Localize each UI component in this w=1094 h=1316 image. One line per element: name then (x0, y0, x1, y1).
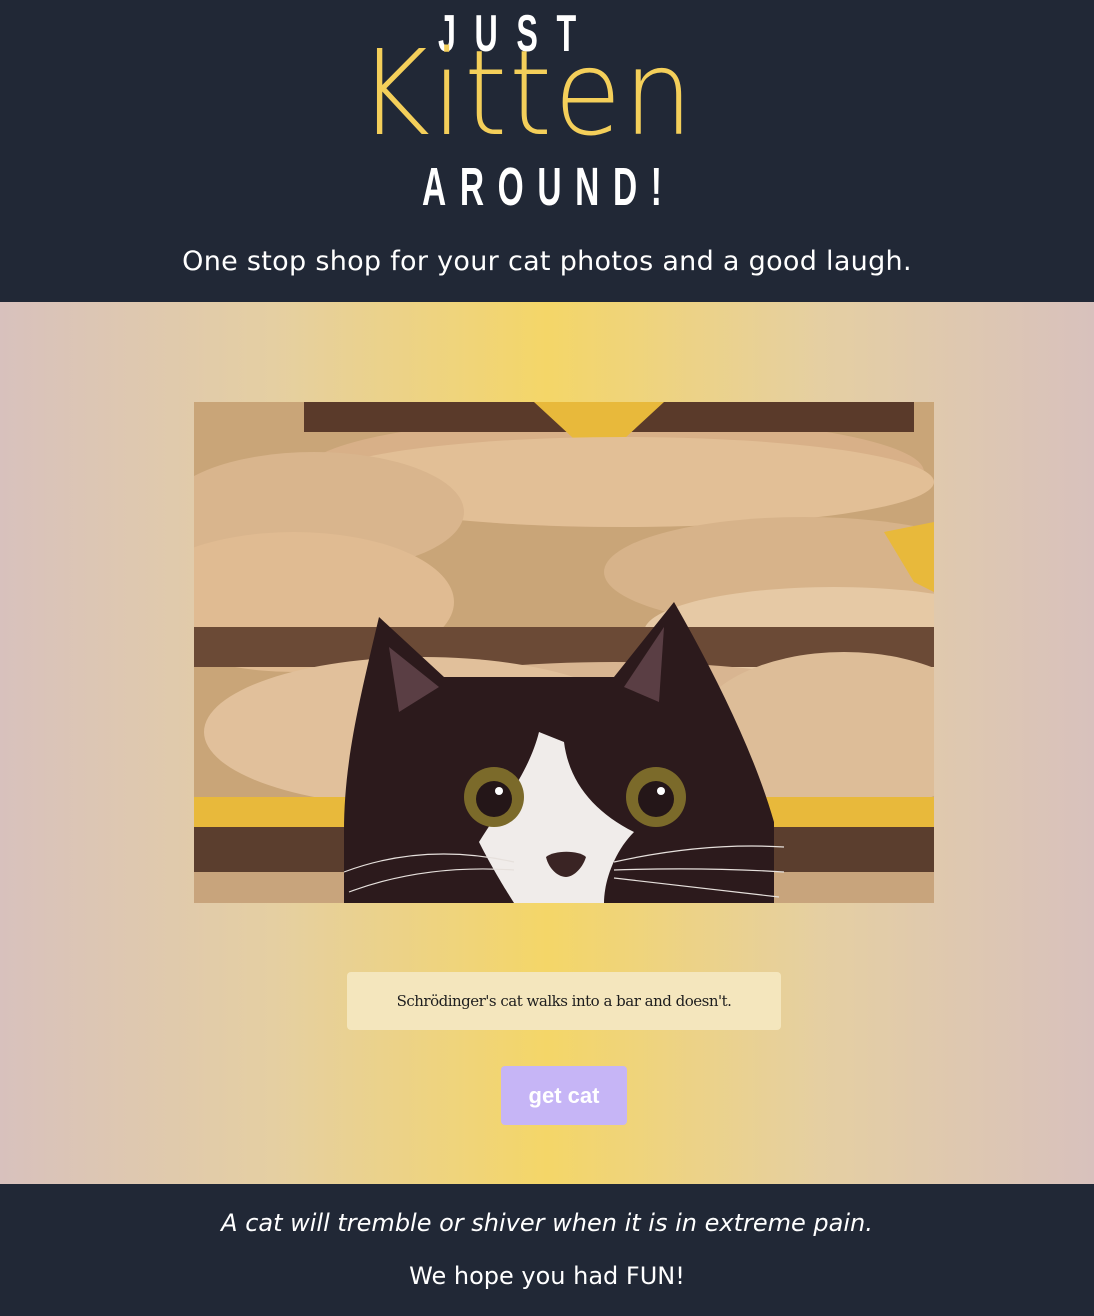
cat-burger-image (194, 402, 934, 903)
cat-photo (194, 402, 934, 903)
joke-text: Schrödinger's cat walks into a bar and d… (396, 992, 732, 1010)
site-footer: A cat will tremble or shiver when it is … (0, 1184, 1094, 1316)
site-logo: JUST Kitten AROUND! (0, 0, 1094, 230)
joke-box: Schrödinger's cat walks into a bar and d… (347, 972, 781, 1030)
cat-fact: A cat will tremble or shiver when it is … (221, 1209, 873, 1237)
get-cat-button[interactable]: get cat (501, 1066, 627, 1125)
tagline: One stop shop for your cat photos and a … (182, 246, 912, 277)
goodbye-message: We hope you had FUN! (409, 1262, 685, 1290)
site-header: JUST Kitten AROUND! One stop shop for yo… (0, 0, 1094, 302)
logo-kitten-text: Kitten (358, 24, 695, 162)
main-content: Schrödinger's cat walks into a bar and d… (0, 302, 1094, 1184)
logo-around-text: AROUND! (422, 157, 676, 217)
